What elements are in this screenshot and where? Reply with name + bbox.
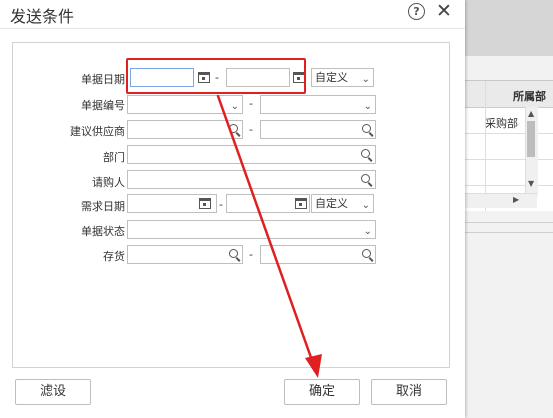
annotation-arrow	[216, 94, 322, 378]
